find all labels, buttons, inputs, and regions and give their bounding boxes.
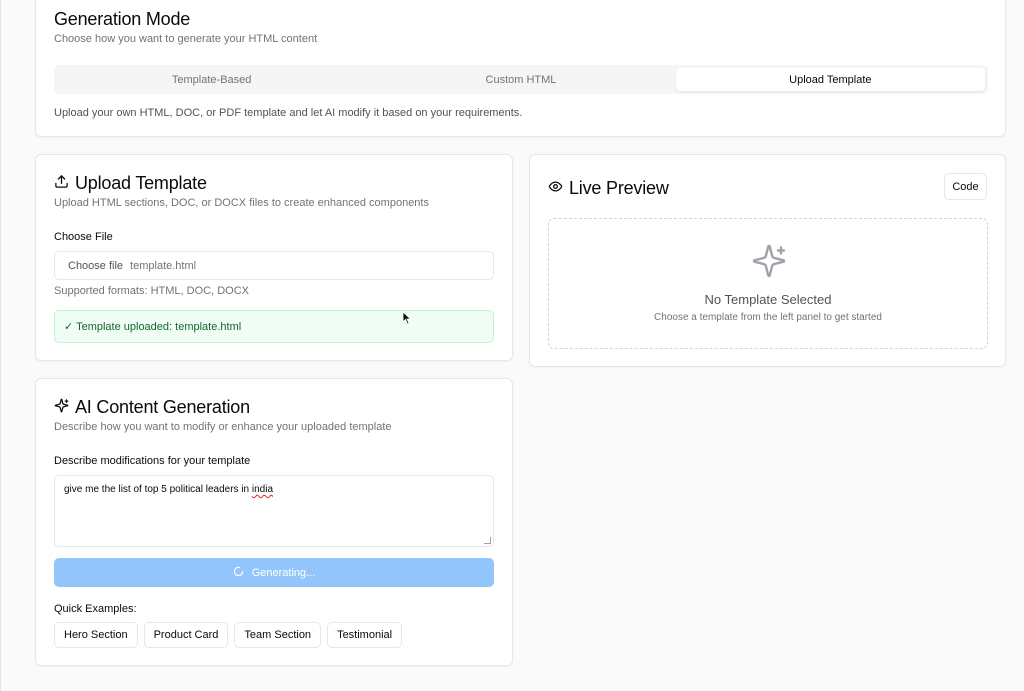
- generation-mode-card: Generation Mode Choose how you want to g…: [35, 0, 1006, 137]
- tab-custom-html[interactable]: Custom HTML: [366, 68, 675, 91]
- ai-generation-title: AI Content Generation: [75, 397, 250, 417]
- generation-mode-description: Upload your own HTML, DOC, or PDF templa…: [54, 107, 523, 119]
- selected-file-name: template.html: [130, 259, 197, 272]
- resize-handle[interactable]: [484, 537, 491, 544]
- ai-content-generation-card: AI Content Generation Describe how you w…: [35, 378, 513, 666]
- prompt-text: give me the list of top 5 political lead…: [64, 484, 252, 495]
- file-input[interactable]: Choose file template.html: [54, 251, 494, 280]
- generate-button[interactable]: Generating...: [54, 558, 494, 587]
- supported-formats-text: Supported formats: HTML, DOC, DOCX: [54, 285, 249, 297]
- tab-upload-template[interactable]: Upload Template: [675, 68, 985, 91]
- generation-mode-tabs: Template-Based Custom HTML Upload Templa…: [54, 65, 988, 94]
- live-preview-header: Live Preview: [548, 178, 669, 199]
- ai-generation-subtitle: Describe how you want to modify or enhan…: [54, 421, 392, 433]
- upload-template-title: Upload Template: [75, 173, 207, 193]
- quick-examples-label: Quick Examples:: [54, 603, 137, 615]
- code-button[interactable]: Code: [944, 173, 987, 200]
- prompt-text-misspelled: india: [251, 484, 274, 495]
- mouse-cursor-icon: [402, 311, 412, 330]
- prompt-textarea[interactable]: give me the list of top 5 political lead…: [54, 475, 494, 547]
- upload-template-card: Upload Template Upload HTML sections, DO…: [35, 154, 513, 361]
- upload-template-header: Upload Template: [54, 173, 207, 194]
- upload-success-message: ✓ Template uploaded: template.html: [54, 310, 494, 343]
- generation-mode-subtitle: Choose how you want to generate your HTM…: [54, 33, 318, 45]
- sparkles-icon: [751, 243, 787, 284]
- upload-template-subtitle: Upload HTML sections, DOC, or DOCX files…: [54, 197, 429, 209]
- no-template-subtitle: Choose a template from the left panel to…: [654, 312, 882, 323]
- ai-generation-header: AI Content Generation: [54, 397, 250, 418]
- preview-placeholder: No Template Selected Choose a template f…: [548, 218, 988, 349]
- example-hero-section-button[interactable]: Hero Section: [54, 622, 138, 648]
- spinner-icon: [233, 566, 244, 580]
- choose-file-label: Choose File: [54, 231, 113, 243]
- eye-icon: [548, 179, 563, 199]
- generate-button-label: Generating...: [251, 566, 316, 579]
- live-preview-title: Live Preview: [569, 178, 669, 198]
- generation-mode-title: Generation Mode: [54, 9, 191, 29]
- quick-examples-list: Hero Section Product Card Team Section T…: [54, 622, 403, 648]
- window-left-border: [0, 0, 1, 691]
- sparkles-icon: [54, 398, 69, 418]
- upload-icon: [54, 174, 69, 194]
- choose-file-button[interactable]: Choose file: [68, 260, 123, 272]
- example-product-card-button[interactable]: Product Card: [143, 622, 229, 648]
- example-team-section-button[interactable]: Team Section: [234, 622, 322, 648]
- no-template-title: No Template Selected: [704, 292, 832, 307]
- live-preview-card: Live Preview Code No Template Selected C…: [529, 154, 1006, 367]
- prompt-label: Describe modifications for your template: [54, 455, 251, 467]
- tab-template-based[interactable]: Template-Based: [57, 68, 366, 91]
- example-testimonial-button[interactable]: Testimonial: [327, 622, 403, 648]
